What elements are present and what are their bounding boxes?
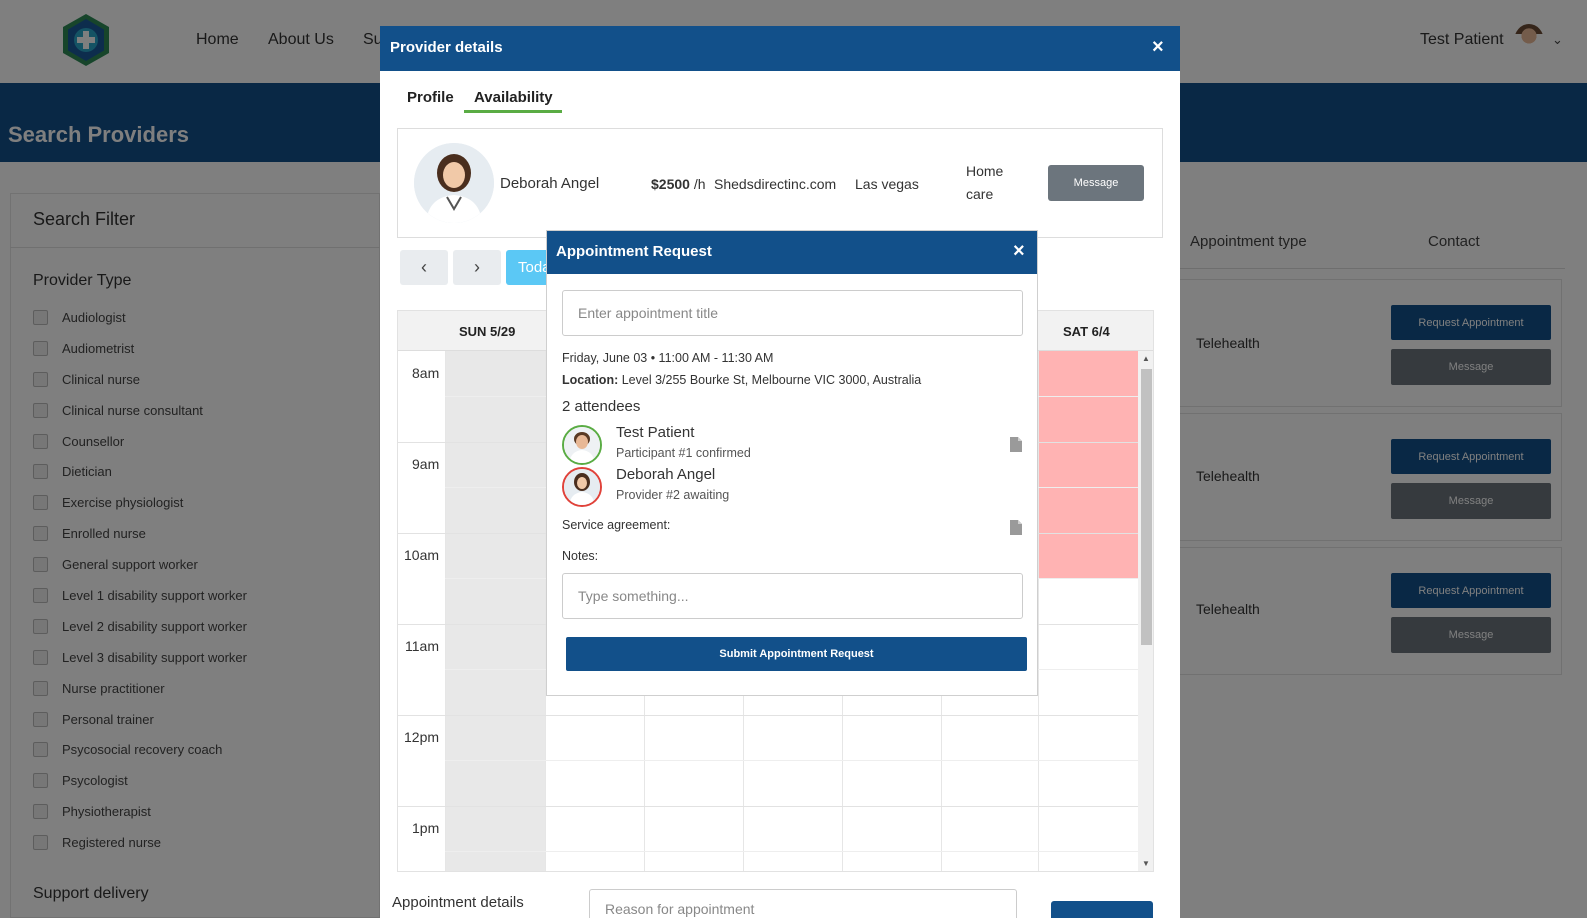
appointment-details-button[interactable] xyxy=(1051,901,1153,918)
provider-website: Shedsdirectinc.com xyxy=(714,176,837,192)
modal-title: Provider details xyxy=(390,39,503,56)
document-icon[interactable] xyxy=(1010,437,1022,452)
time-label: 8am xyxy=(412,365,440,381)
active-tab-indicator xyxy=(464,110,562,113)
tab-availability[interactable]: Availability xyxy=(474,89,553,106)
scroll-up-icon[interactable]: ▲ xyxy=(1142,354,1150,363)
calendar-scrollbar[interactable]: ▲ ▼ xyxy=(1138,351,1153,871)
attendee-name: Deborah Angel xyxy=(616,466,716,483)
attendee-status: Provider #2 awaiting xyxy=(616,488,730,502)
provider-name: Deborah Angel xyxy=(500,175,600,192)
provider-city: Las vegas xyxy=(855,176,919,192)
tab-profile[interactable]: Profile xyxy=(407,89,454,106)
saturday-busy-block xyxy=(1038,351,1138,578)
time-label: 10am xyxy=(404,547,440,563)
provider-avatar xyxy=(414,143,494,223)
appointment-datetime: Friday, June 03 • 11:00 AM - 11:30 AM xyxy=(562,351,774,365)
grid-vline xyxy=(445,351,446,871)
grid-hline xyxy=(445,760,1138,761)
day-header-sat: SAT 6/4 xyxy=(1063,324,1110,339)
rate-unit: /h xyxy=(693,176,706,192)
attendee-avatar xyxy=(562,425,602,465)
modal-title: Appointment Request xyxy=(556,243,712,260)
sunday-column-unavailable xyxy=(445,351,545,871)
attendee-name: Test Patient xyxy=(616,424,695,441)
appointment-request-modal: Appointment Request × Friday, June 03 • … xyxy=(546,230,1038,696)
time-label: 12pm xyxy=(404,729,440,745)
calendar-prev-button[interactable]: ‹ xyxy=(400,250,448,285)
time-label: 11am xyxy=(405,638,439,654)
chevron-right-icon: › xyxy=(474,257,480,277)
grid-hline xyxy=(398,715,1138,716)
modal-header: Provider details × xyxy=(380,26,1180,71)
calendar-next-button[interactable]: › xyxy=(453,250,501,285)
rate-amount: $2500 xyxy=(651,176,690,192)
appointment-details-label: Appointment details xyxy=(392,894,524,911)
appointment-title-input[interactable] xyxy=(562,290,1023,336)
day-header-sun: SUN 5/29 xyxy=(459,324,516,339)
chevron-left-icon: ‹ xyxy=(421,257,427,277)
provider-card: Deborah Angel $2500 /h Shedsdirectinc.co… xyxy=(397,128,1163,238)
notes-input[interactable] xyxy=(562,573,1023,619)
scroll-down-icon[interactable]: ▼ xyxy=(1142,859,1150,868)
notes-label: Notes: xyxy=(562,549,599,563)
grid-hline xyxy=(445,851,1138,852)
time-label: 9am xyxy=(412,456,440,472)
time-label: 1pm xyxy=(412,820,440,836)
location-value: Level 3/255 Bourke St, Melbourne VIC 300… xyxy=(621,373,922,387)
scrollbar-thumb[interactable] xyxy=(1141,369,1152,645)
grid-vline xyxy=(1038,351,1039,871)
provider-service-type: Home care xyxy=(966,163,1004,202)
document-icon[interactable] xyxy=(1010,520,1022,535)
attendee-count: 2 attendees xyxy=(562,398,641,415)
service-agreement-label: Service agreement: xyxy=(562,518,671,532)
close-icon[interactable]: × xyxy=(1013,240,1025,263)
attendee-avatar xyxy=(562,467,602,507)
attendee-status: Participant #1 confirmed xyxy=(616,446,751,460)
appointment-location: Location: Level 3/255 Bourke St, Melbour… xyxy=(562,373,921,387)
reason-input[interactable] xyxy=(589,889,1017,918)
message-provider-button[interactable]: Message xyxy=(1048,165,1144,201)
close-icon[interactable]: × xyxy=(1152,36,1164,59)
provider-rate: $2500 /h xyxy=(651,176,706,192)
submit-appointment-request-button[interactable]: Submit Appointment Request xyxy=(566,637,1027,671)
modal-header: Appointment Request × xyxy=(547,231,1037,274)
grid-hline xyxy=(398,806,1138,807)
location-label: Location: xyxy=(562,373,619,387)
